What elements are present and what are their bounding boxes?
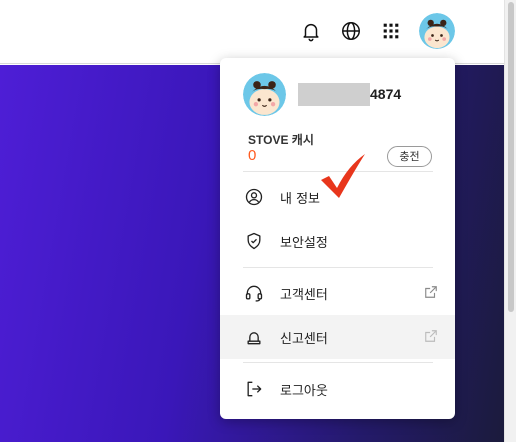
menu-avatar [243, 73, 286, 116]
stove-cash-label: STOVE 캐시 [248, 133, 314, 147]
checkmark-annotation-icon [321, 154, 365, 198]
divider [243, 267, 433, 268]
profile-dropdown-menu: 4874 STOVE 캐시 0 충전 내 정보 보안설정 고객센터 신고센터 로… [220, 58, 455, 419]
menu-item-label: 내 정보 [280, 192, 321, 207]
charge-button[interactable]: 충전 [387, 146, 432, 167]
siren-icon [247, 332, 261, 345]
menu-item-logout[interactable]: 로그아웃 [220, 367, 455, 411]
external-link-icon [425, 330, 437, 342]
menu-item-report-center[interactable]: 신고센터 [220, 315, 455, 359]
page-scrollbar[interactable] [504, 0, 516, 442]
masked-user-id [298, 83, 370, 106]
user-circle-icon [245, 188, 263, 206]
menu-item-customer-center[interactable]: 고객센터 [220, 271, 455, 315]
external-link-icon [425, 286, 437, 298]
scrollbar-thumb[interactable] [508, 2, 514, 312]
headset-icon [245, 285, 263, 302]
menu-item-label: 보안설정 [280, 236, 328, 251]
apps-grid-icon[interactable] [378, 14, 404, 48]
menu-item-label: 고객센터 [280, 288, 328, 303]
stove-cash-value: 0 [248, 147, 257, 164]
globe-icon[interactable] [338, 14, 364, 48]
logout-icon [247, 381, 262, 397]
divider [243, 362, 433, 363]
bell-icon[interactable] [298, 14, 324, 48]
menu-item-label: 신고센터 [280, 332, 328, 347]
menu-item-security[interactable]: 보안설정 [220, 219, 455, 263]
profile-avatar[interactable] [419, 13, 455, 49]
top-navigation-bar [0, 0, 504, 64]
user-id-suffix: 4874 [370, 86, 402, 102]
shield-check-icon [247, 232, 261, 250]
menu-item-label: 로그아웃 [280, 384, 328, 399]
